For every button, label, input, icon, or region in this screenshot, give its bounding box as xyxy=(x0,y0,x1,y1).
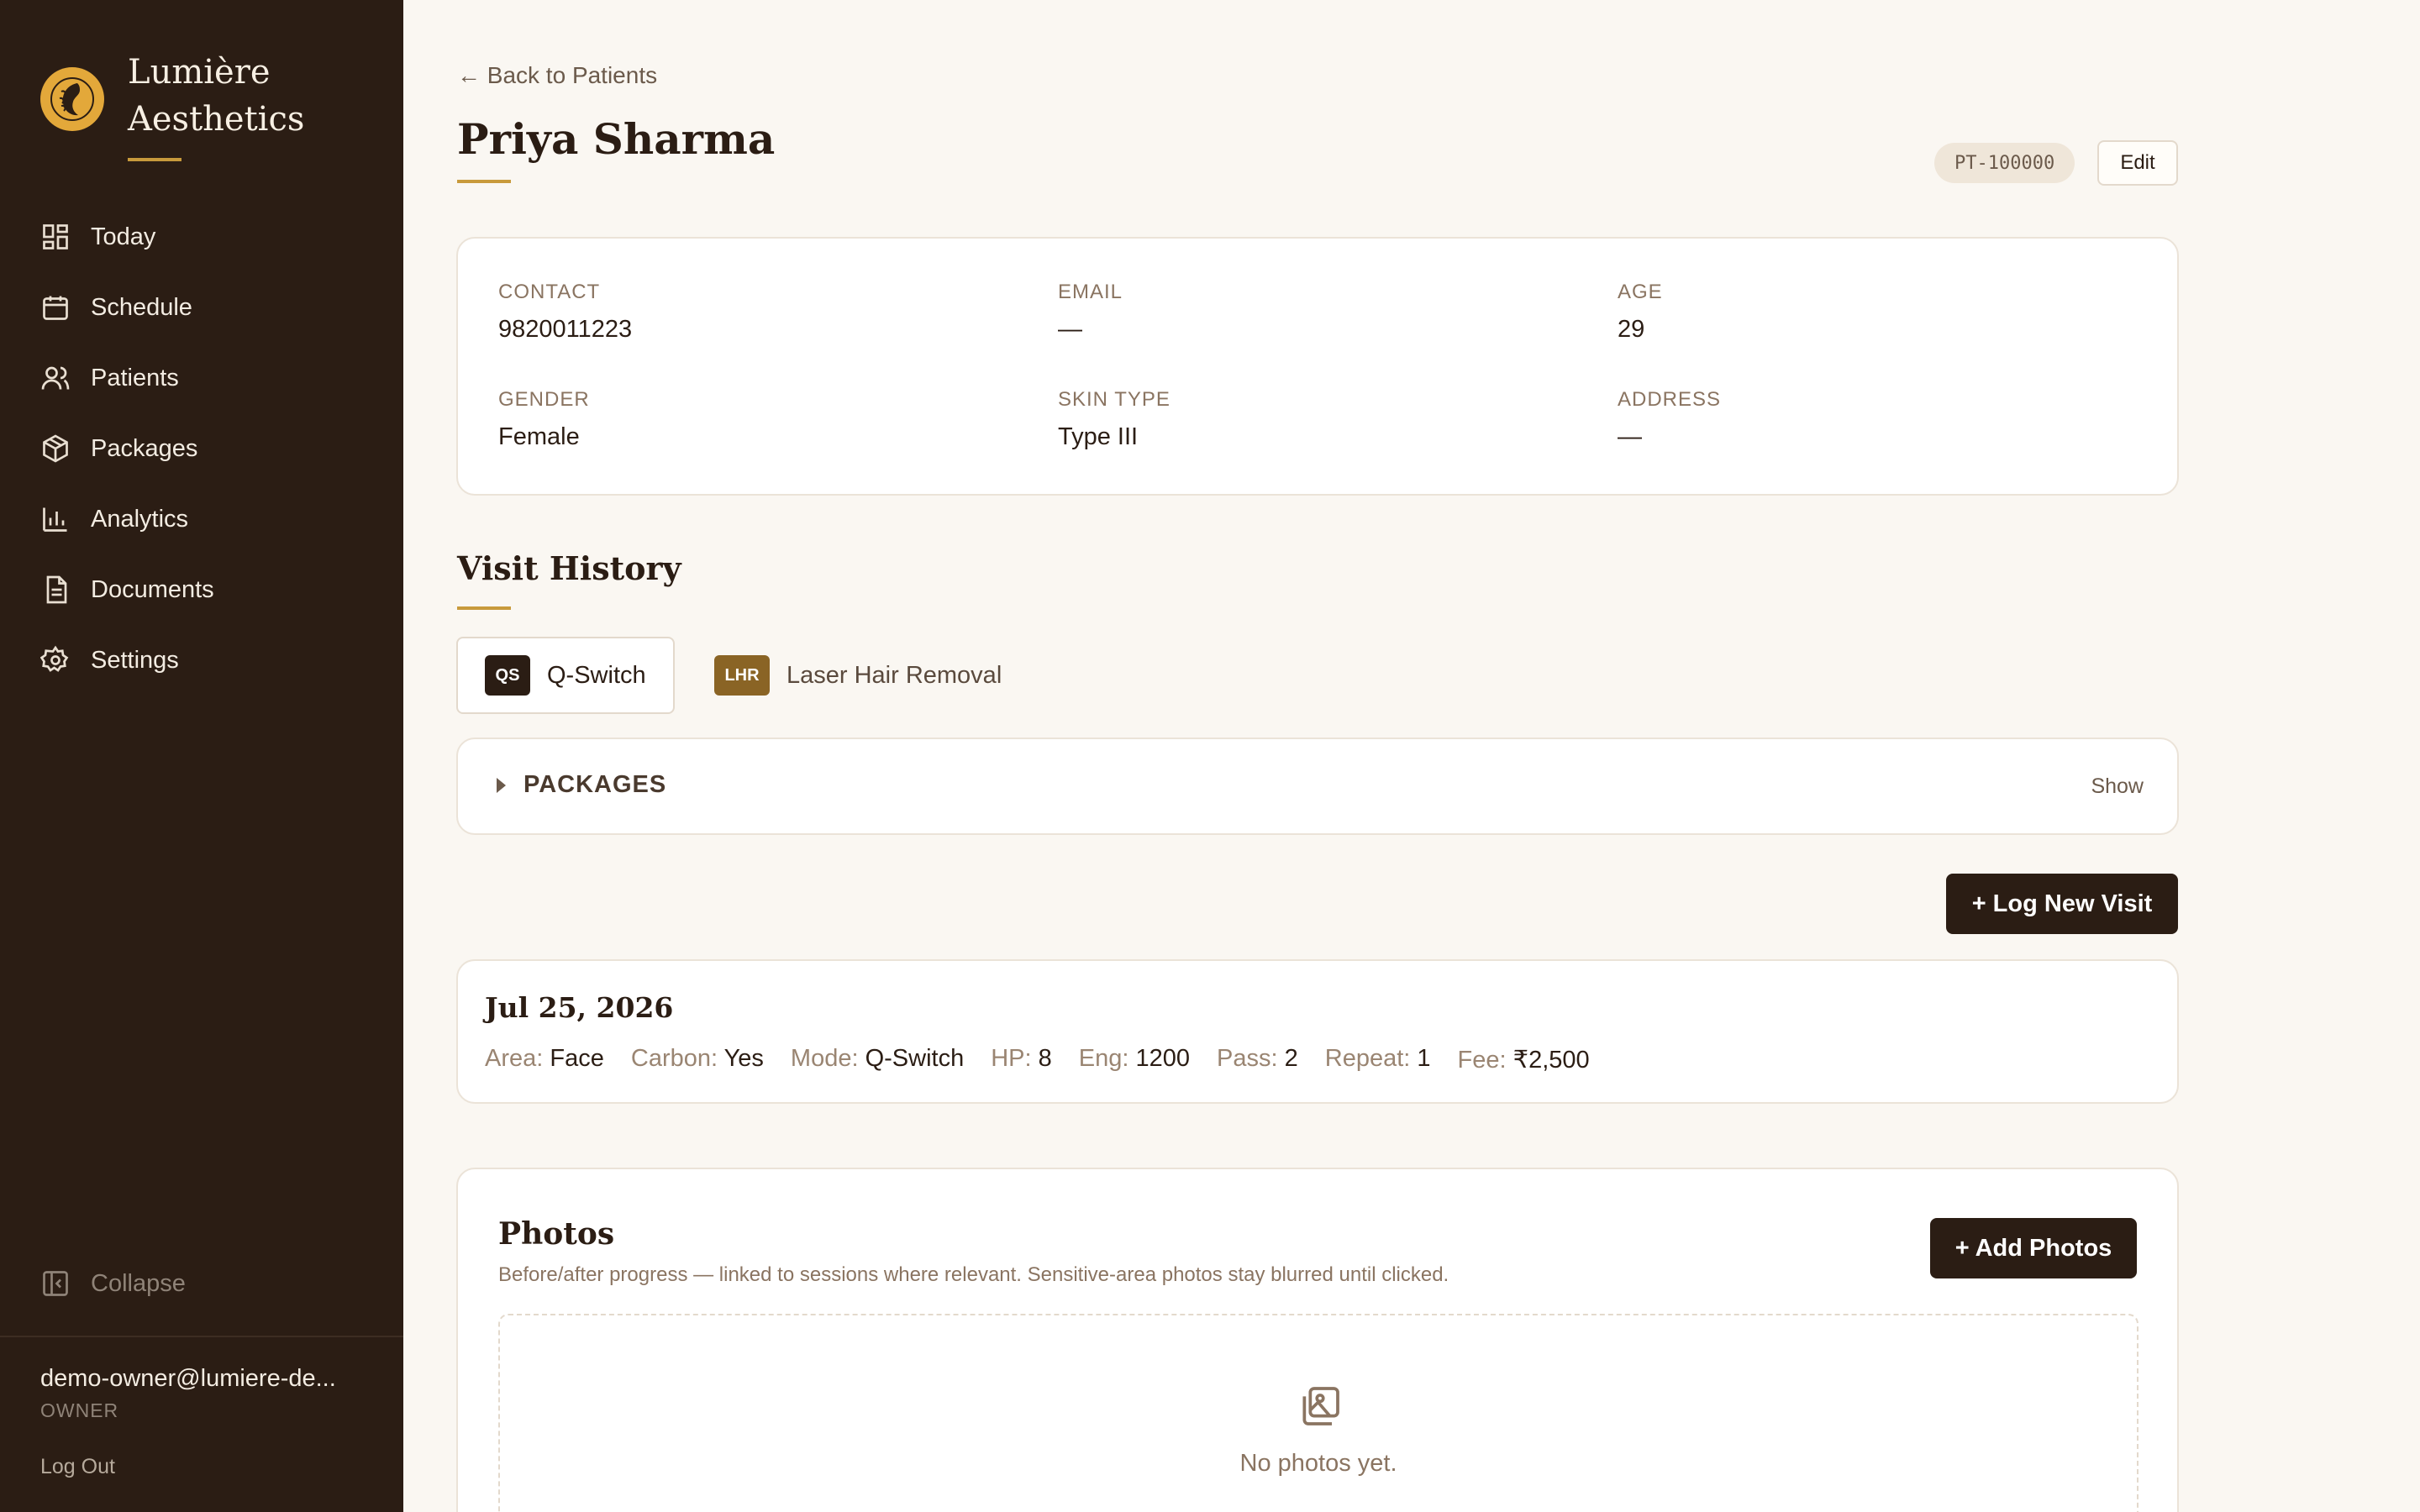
logout-link[interactable]: Log Out xyxy=(40,1455,115,1479)
calendar-icon xyxy=(43,296,68,320)
brand-name-line2: Aesthetics xyxy=(128,100,305,139)
visit-details: Area: Face Carbon: Yes Mode: Q-Switch HP… xyxy=(485,1045,1617,1074)
photos-subtitle: Before/after progress — linked to sessio… xyxy=(498,1263,1449,1286)
sidebar-item-patients[interactable]: Patients xyxy=(0,343,403,413)
photos-dropzone[interactable]: No photos yet. xyxy=(498,1314,2139,1512)
sidebar-item-label: Today xyxy=(91,223,156,250)
visit-carbon: Carbon: Yes xyxy=(630,1045,764,1072)
back-to-patients-link[interactable]: ← Back to Patients xyxy=(457,62,657,89)
sidebar-item-settings[interactable]: Settings xyxy=(0,625,403,696)
packages-collapsible[interactable]: PACKAGES Show xyxy=(456,738,2179,835)
field-value: Female xyxy=(498,423,580,450)
bar-chart-icon xyxy=(43,507,67,532)
photos-card: Photos Before/after progress — linked to… xyxy=(456,1168,2179,1512)
box-icon xyxy=(43,434,68,463)
field-value: 29 xyxy=(1618,316,1645,343)
sidebar-item-documents[interactable]: Documents xyxy=(0,554,403,625)
document-icon xyxy=(46,575,67,604)
empty-photos-text: No photos yet. xyxy=(1239,1450,1397,1477)
field-value: — xyxy=(1058,316,1082,343)
sidebar-item-label: Schedule xyxy=(91,293,192,321)
collapse-button[interactable]: Collapse xyxy=(40,1268,186,1299)
visit-mode: Mode: Q-Switch xyxy=(790,1045,965,1072)
contact-field: CONTACT 9820011223 xyxy=(498,281,632,344)
grid-icon xyxy=(43,224,68,249)
visit-energy: Eng: 1200 xyxy=(1078,1045,1191,1072)
brand-name-line1: Lumière xyxy=(128,53,271,92)
sidebar-item-schedule[interactable]: Schedule xyxy=(0,272,403,343)
gear-icon xyxy=(40,645,69,672)
field-value: — xyxy=(1618,423,1642,450)
patient-info-card: CONTACT 9820011223 EMAIL — AGE 29 GENDER… xyxy=(456,237,2179,496)
field-label: ADDRESS xyxy=(1618,388,1722,411)
visit-history-title: Visit History xyxy=(457,549,681,587)
field-label: AGE xyxy=(1618,281,1663,303)
treatment-badge: LHR xyxy=(714,655,770,696)
edit-button[interactable]: Edit xyxy=(2097,140,2178,186)
sidebar-nav: Today Schedule Patients Packages Analyti… xyxy=(0,202,403,696)
sidebar-item-label: Patients xyxy=(91,364,179,391)
field-label: SKIN TYPE xyxy=(1058,388,1171,411)
sidebar: Lumière Aesthetics Today Schedule Patien… xyxy=(0,0,403,1512)
packages-show-toggle[interactable]: Show xyxy=(2091,774,2144,799)
sidebar-item-packages[interactable]: Packages xyxy=(0,413,403,484)
email-field: EMAIL — xyxy=(1058,281,1123,344)
brand: Lumière Aesthetics xyxy=(40,49,304,161)
field-value: Type III xyxy=(1058,423,1139,450)
address-field: ADDRESS — xyxy=(1618,388,1721,451)
collapse-sidebar-icon xyxy=(43,1271,68,1296)
images-icon xyxy=(1297,1383,1344,1430)
tab-label: Laser Hair Removal xyxy=(786,661,1002,689)
brand-underline xyxy=(128,158,182,161)
sidebar-item-label: Settings xyxy=(91,646,179,674)
sidebar-divider xyxy=(0,1336,403,1337)
collapse-label: Collapse xyxy=(91,1269,186,1297)
sidebar-item-analytics[interactable]: Analytics xyxy=(0,484,403,554)
visit-area: Area: Face xyxy=(485,1045,604,1072)
patient-id-badge: PT-100000 xyxy=(1934,143,2075,183)
user-role: OWNER xyxy=(40,1399,119,1421)
treatment-badge: QS xyxy=(485,655,530,696)
photos-title: Photos xyxy=(498,1216,615,1252)
sidebar-item-label: Packages xyxy=(91,434,198,462)
page-title: Priya Sharma xyxy=(457,114,776,164)
section-underline xyxy=(457,606,511,610)
visit-fee: Fee: ₹2,500 xyxy=(1457,1047,1590,1074)
title-underline xyxy=(457,180,511,183)
visit-card[interactable]: Jul 25, 2026 Area: Face Carbon: Yes Mode… xyxy=(456,959,2179,1104)
tab-label: Q-Switch xyxy=(547,661,646,689)
field-label: GENDER xyxy=(498,388,590,411)
caret-right-icon xyxy=(497,778,506,793)
field-label: EMAIL xyxy=(1058,281,1123,303)
users-icon xyxy=(41,366,70,390)
sidebar-item-label: Analytics xyxy=(91,505,189,533)
brand-logo-icon xyxy=(40,67,104,131)
tab-q-switch[interactable]: QS Q-Switch xyxy=(456,637,675,714)
field-label: CONTACT xyxy=(498,281,601,303)
tab-laser-hair-removal[interactable]: LHR Laser Hair Removal xyxy=(714,637,1002,714)
sidebar-item-label: Documents xyxy=(91,575,214,603)
packages-label: PACKAGES xyxy=(523,771,667,798)
log-new-visit-button[interactable]: + Log New Visit xyxy=(1946,874,2178,934)
user-email: demo-owner@lumiere-de... xyxy=(40,1365,336,1392)
visit-repeat: Repeat: 1 xyxy=(1324,1045,1431,1072)
visit-hp: HP: 8 xyxy=(991,1045,1052,1072)
visit-pass: Pass: 2 xyxy=(1217,1045,1298,1072)
sidebar-item-today[interactable]: Today xyxy=(0,202,403,272)
gender-field: GENDER Female xyxy=(498,388,590,451)
visit-date: Jul 25, 2026 xyxy=(485,991,674,1024)
skin-type-field: SKIN TYPE Type III xyxy=(1058,388,1171,451)
age-field: AGE 29 xyxy=(1618,281,1663,344)
field-value: 9820011223 xyxy=(498,316,633,343)
add-photos-button[interactable]: + Add Photos xyxy=(1930,1218,2137,1278)
